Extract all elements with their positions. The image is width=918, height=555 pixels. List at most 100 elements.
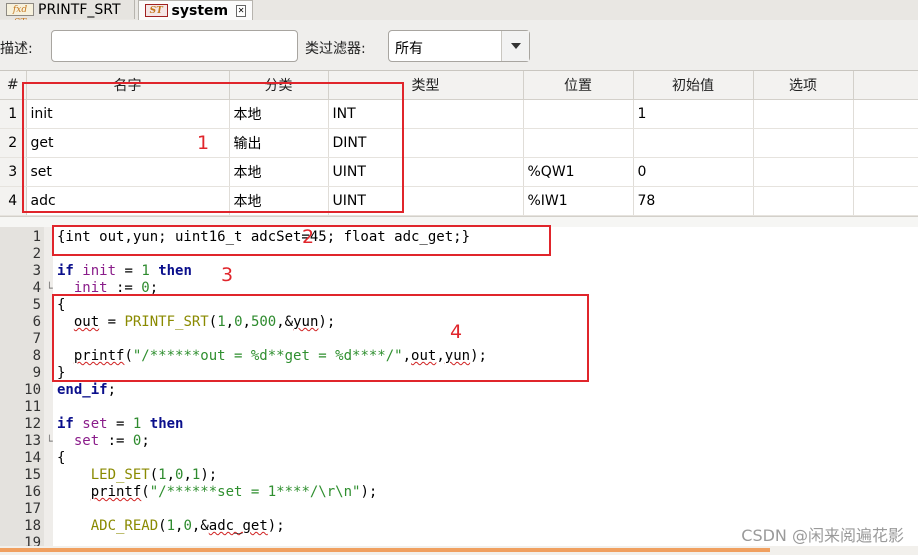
code-text[interactable]: out = PRINTF_SRT(1,0,500,&yun); — [57, 314, 335, 331]
code-line[interactable]: 9} — [0, 365, 918, 382]
cell-option[interactable] — [753, 157, 854, 187]
code-editor[interactable]: 1 {int out,yun; uint16_t adcSet=45; float… — [0, 227, 918, 555]
filter-bar: 描述: 类过滤器: 所有 — [0, 20, 918, 71]
code-line[interactable]: 4 └ init := 0; — [0, 280, 918, 297]
code-line[interactable]: 10 end_if; — [0, 382, 918, 399]
line-number: 17 — [24, 501, 41, 517]
description-input[interactable] — [51, 30, 298, 62]
line-number: 8 — [32, 348, 41, 364]
cell-name[interactable]: init — [26, 99, 230, 129]
cell-initial-value[interactable]: 0 — [633, 157, 754, 187]
code-text[interactable]: { — [57, 297, 65, 314]
chevron-down-icon[interactable] — [501, 31, 529, 61]
line-number: 11 — [24, 399, 41, 415]
code-text[interactable]: {int out,yun; uint16_t adcSet=45; float … — [57, 229, 470, 246]
cell-type[interactable]: UINT — [328, 186, 524, 216]
code-text[interactable]: if init = 1 then — [57, 263, 192, 280]
class-filter-value: 所有 — [395, 41, 423, 57]
code-text[interactable]: init := 0; — [57, 280, 158, 297]
line-number: 1 — [32, 229, 41, 245]
code-line[interactable]: 11 — [0, 399, 918, 416]
cell-type[interactable]: DINT — [328, 128, 524, 158]
code-text[interactable]: printf("/******out = %d**get = %d****/",… — [57, 348, 487, 365]
annotation-label-3: 3 — [221, 264, 234, 286]
annotation-label-4: 4 — [450, 321, 463, 343]
table-row[interactable]: 3 set 本地 UINT %QW1 0 — [0, 157, 918, 187]
cell-initial-value[interactable]: 78 — [633, 186, 754, 216]
cell-filler — [853, 99, 918, 129]
column-header-initial-value[interactable]: 初始值 — [633, 71, 754, 100]
cell-initial-value[interactable]: 1 — [633, 99, 754, 129]
tab-printf-srt[interactable]: fxd ST PRINTF_SRT — [0, 0, 135, 28]
cell-class[interactable]: 本地 — [229, 99, 329, 129]
code-line[interactable]: 12 if set = 1 then — [0, 416, 918, 433]
line-number: 3 — [32, 263, 41, 279]
cell-type[interactable]: INT — [328, 99, 524, 129]
code-text[interactable]: LED_SET(1,0,1); — [57, 467, 218, 484]
column-header-location[interactable]: 位置 — [523, 71, 634, 100]
code-line[interactable]: 1 {int out,yun; uint16_t adcSet=45; float… — [0, 229, 918, 246]
code-lines[interactable]: 1 {int out,yun; uint16_t adcSet=45; float… — [0, 229, 918, 552]
cell-class[interactable]: 本地 — [229, 157, 329, 187]
column-header-type[interactable]: 类型 — [328, 71, 524, 100]
code-line[interactable]: 14 { — [0, 450, 918, 467]
column-header-option[interactable]: 选项 — [753, 71, 854, 100]
horizontal-scrollbar[interactable] — [0, 546, 918, 555]
tab-system[interactable]: ST system ✕ — [138, 0, 253, 20]
description-label: 描述: — [0, 41, 33, 57]
cell-location[interactable] — [523, 99, 634, 129]
code-line[interactable]: 5{ — [0, 297, 918, 314]
cell-location[interactable]: %QW1 — [523, 157, 634, 187]
variable-table: # 名字 分类 类型 位置 初始值 选项 1 init 本地 INT 1 2 g… — [0, 71, 918, 216]
code-line[interactable]: 8 printf("/******out = %d**get = %d****/… — [0, 348, 918, 365]
cell-initial-value[interactable] — [633, 128, 754, 158]
watermark: CSDN @闲来阅遍花影 — [741, 526, 904, 545]
line-number: 5 — [32, 297, 41, 313]
code-line[interactable]: 3 if init = 1 then — [0, 263, 918, 280]
cell-location[interactable]: %IW1 — [523, 186, 634, 216]
fold-marker-icon[interactable]: └ — [46, 433, 53, 450]
cell-class[interactable]: 本地 — [229, 186, 329, 216]
code-text[interactable]: end_if; — [57, 382, 116, 399]
class-filter-select[interactable]: 所有 — [388, 30, 530, 62]
tab-label: system — [171, 2, 229, 19]
close-icon[interactable]: ✕ — [236, 4, 246, 17]
class-filter-label: 类过滤器: — [305, 41, 366, 57]
column-header-name[interactable]: 名字 — [26, 71, 230, 100]
code-line[interactable]: 13 └ set := 0; — [0, 433, 918, 450]
code-text[interactable]: ADC_READ(1,0,&adc_get); — [57, 518, 285, 535]
table-row[interactable]: 4 adc 本地 UINT %IW1 78 — [0, 186, 918, 216]
table-row[interactable]: 1 init 本地 INT 1 — [0, 99, 918, 129]
fold-marker-icon[interactable]: └ — [46, 280, 53, 297]
annotation-label-1: 1 — [197, 132, 210, 154]
cell-type[interactable]: UINT — [328, 157, 524, 187]
line-number: 9 — [32, 365, 41, 381]
line-number: 10 — [24, 382, 41, 398]
cell-class[interactable]: 输出 — [229, 128, 329, 158]
cell-name[interactable]: set — [26, 157, 230, 187]
code-text[interactable]: } — [57, 365, 65, 382]
table-header-row: # 名字 分类 类型 位置 初始值 选项 — [0, 71, 918, 100]
code-line[interactable]: 17 — [0, 501, 918, 518]
line-number: 4 — [32, 280, 41, 296]
line-number: 6 — [32, 314, 41, 330]
scrollbar-thumb[interactable] — [0, 548, 770, 552]
code-text[interactable]: set := 0; — [57, 433, 150, 450]
annotation-label-2: 2 — [302, 226, 315, 248]
code-text[interactable]: printf("/******set = 1****/\r\n"); — [57, 484, 378, 501]
line-number: 18 — [24, 518, 41, 534]
cell-option[interactable] — [753, 128, 854, 158]
cell-option[interactable] — [753, 99, 854, 129]
code-text[interactable]: { — [57, 450, 65, 467]
code-line[interactable]: 16 printf("/******set = 1****/\r\n"); — [0, 484, 918, 501]
cell-location[interactable] — [523, 128, 634, 158]
cell-name[interactable]: adc — [26, 186, 230, 216]
table-row[interactable]: 2 get 输出 DINT — [0, 128, 918, 158]
code-text[interactable]: if set = 1 then — [57, 416, 183, 433]
code-line[interactable]: 2 — [0, 246, 918, 263]
column-header-index[interactable]: # — [0, 71, 27, 100]
code-line[interactable]: 15 LED_SET(1,0,1); — [0, 467, 918, 484]
cell-option[interactable] — [753, 186, 854, 216]
column-header-class[interactable]: 分类 — [229, 71, 329, 100]
editor-tab-strip: fxd ST PRINTF_SRT ST system ✕ — [0, 0, 918, 28]
